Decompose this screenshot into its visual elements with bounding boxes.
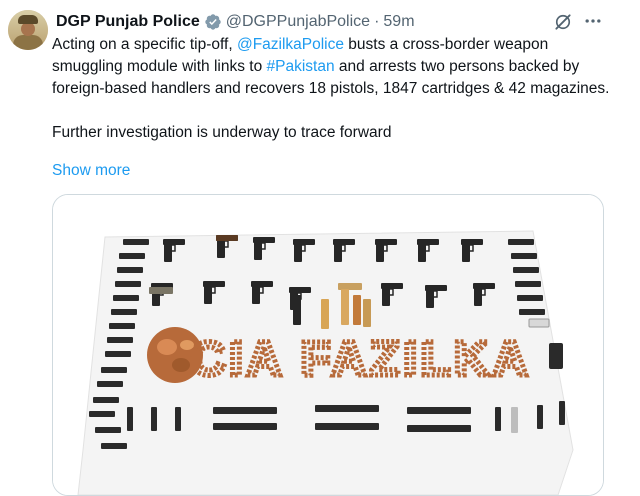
tweet-paragraph-2: Further investigation is underway to tra… — [52, 124, 392, 141]
separator-dot: · — [374, 13, 380, 30]
tweet-header: DGP Punjab Police @DGPPunjabPolice · 59m — [56, 11, 415, 33]
mention-link[interactable]: @FazilkaPolice — [237, 36, 344, 53]
timestamp[interactable]: 59m — [383, 13, 414, 31]
cia-fazilka-text: CIA FAZILKA — [191, 333, 532, 386]
grok-icon[interactable] — [553, 12, 573, 32]
more-options-icon[interactable] — [583, 11, 603, 31]
author-name[interactable]: DGP Punjab Police — [56, 13, 200, 31]
tweet-media[interactable]: CIA FAZILKA — [52, 194, 604, 496]
seized-weapons-photo: CIA FAZILKA — [53, 195, 603, 495]
author-handle[interactable]: @DGPPunjabPolice — [226, 13, 370, 31]
tweet: DGP Punjab Police @DGPPunjabPolice · 59m… — [0, 0, 640, 496]
avatar[interactable] — [8, 10, 48, 50]
tweet-paragraph-1: Acting on a specific tip-off, @FazilkaPo… — [52, 36, 610, 97]
tweet-text: Acting on a specific tip-off, @FazilkaPo… — [52, 34, 617, 144]
show-more-link[interactable]: Show more — [52, 160, 130, 182]
hashtag-link[interactable]: #Pakistan — [267, 58, 335, 75]
verified-badge-icon[interactable] — [204, 13, 222, 31]
